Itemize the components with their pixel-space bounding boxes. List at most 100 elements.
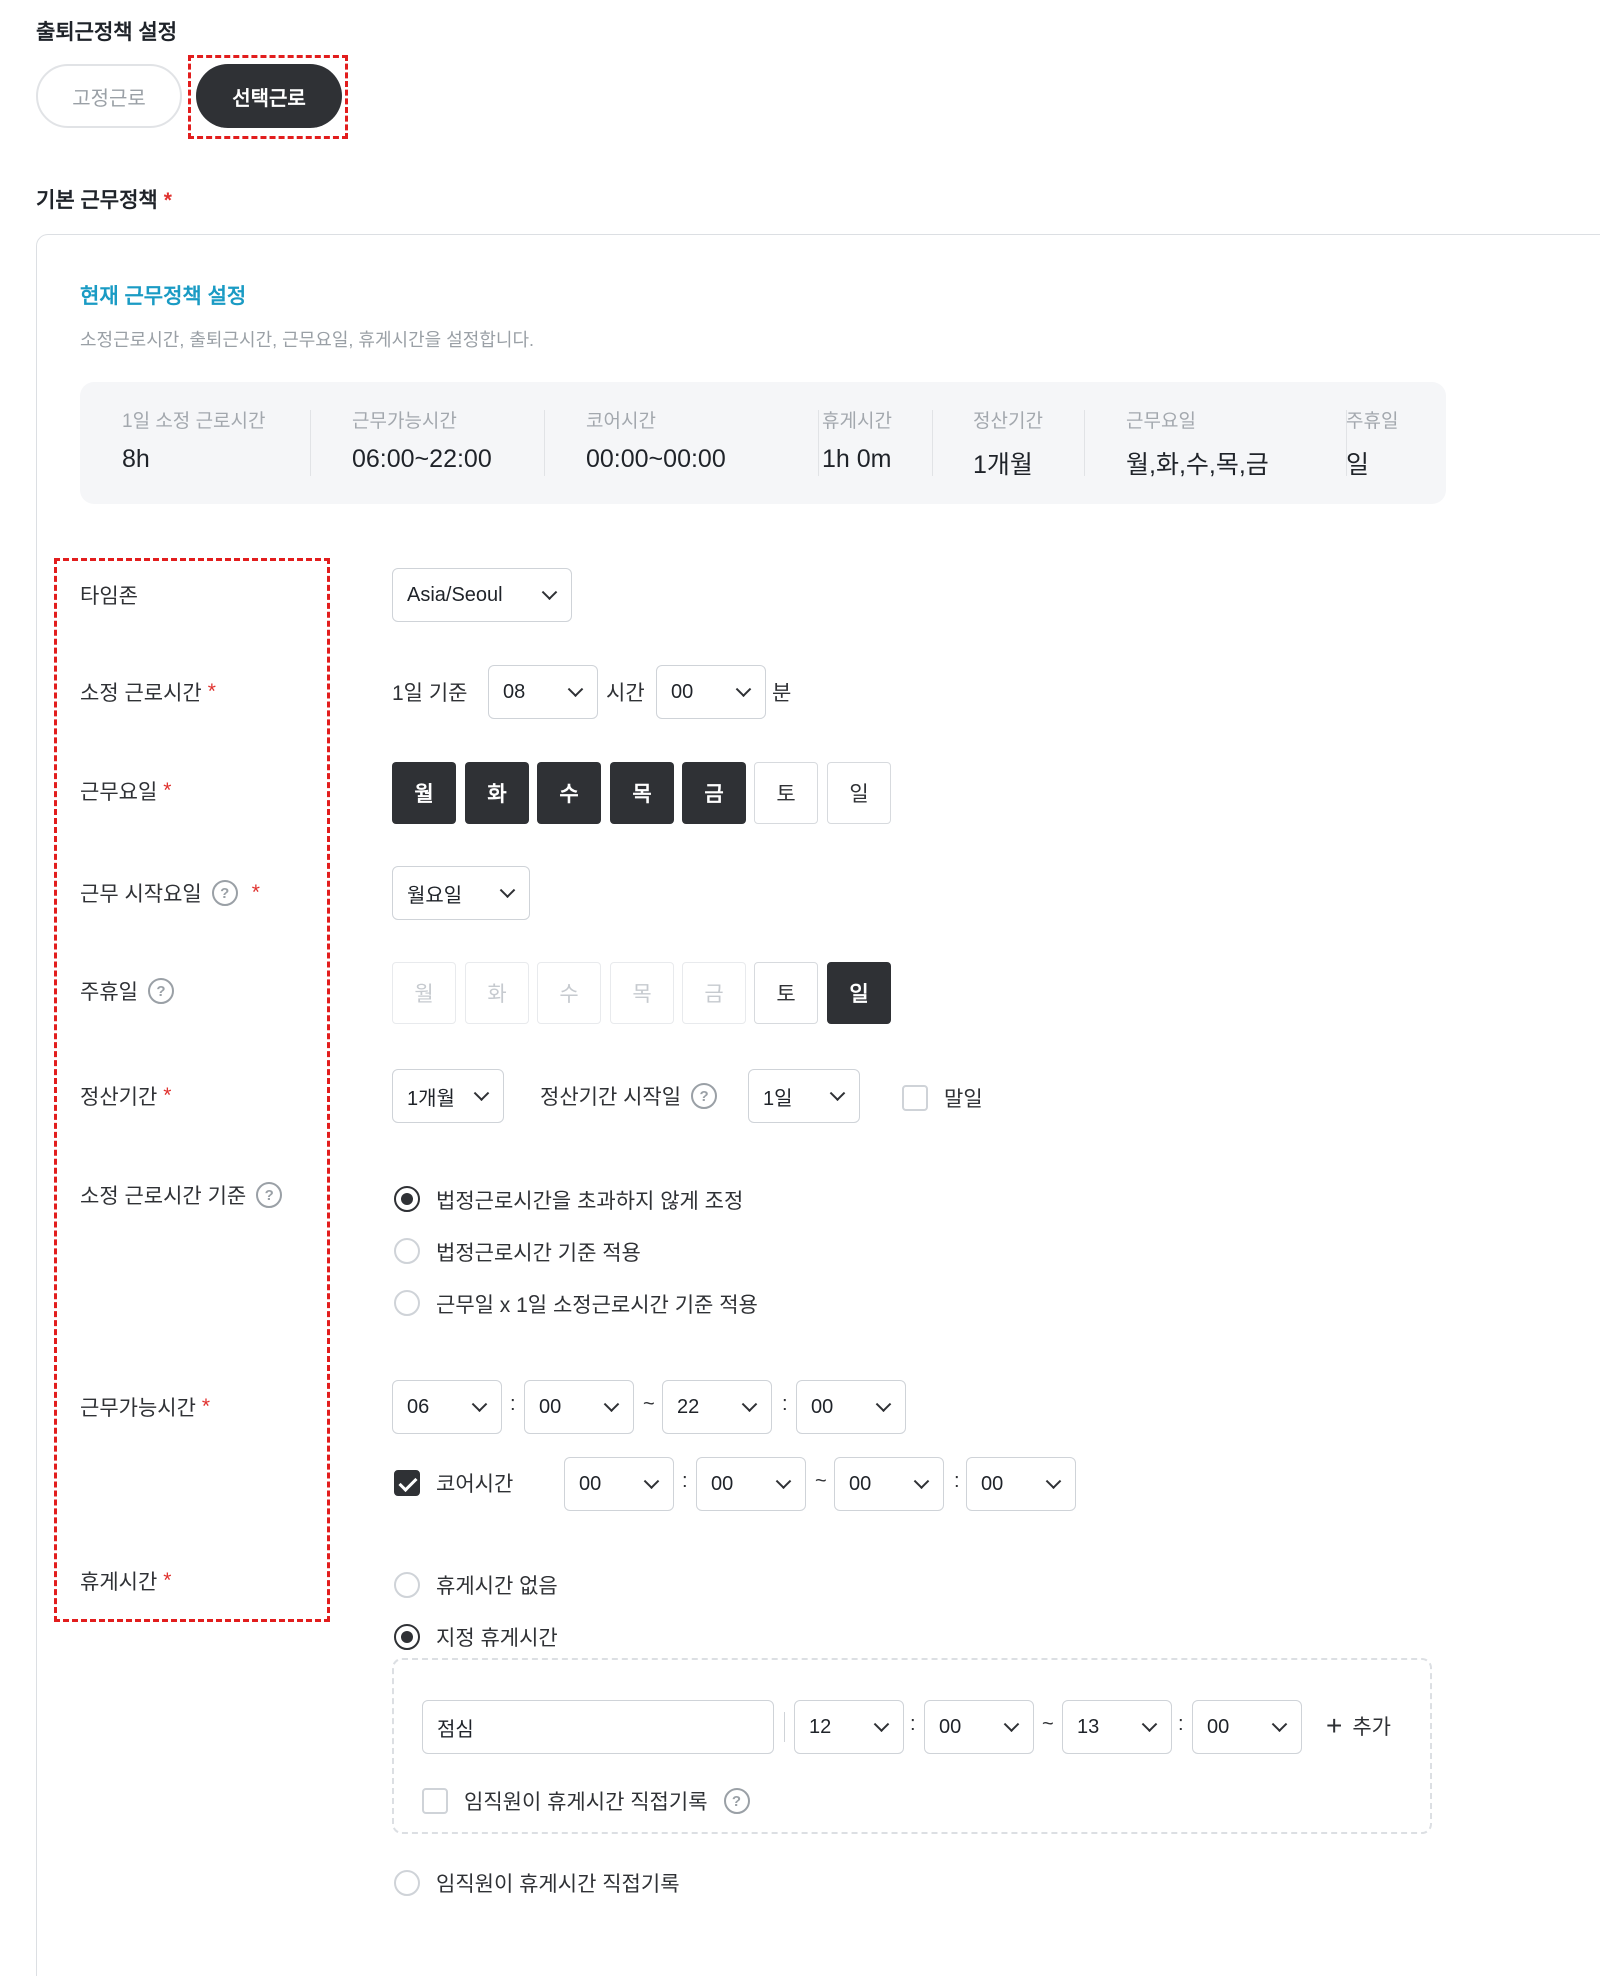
summary-value: 00:00~00:00 — [586, 445, 726, 473]
available-start-hour-value: 06 — [407, 1395, 430, 1418]
page-title: 출퇴근정책 설정 — [36, 21, 178, 44]
core-end-hour-value: 00 — [849, 1472, 872, 1495]
available-end-hour-select[interactable]: 22 — [662, 1380, 772, 1434]
timezone-select[interactable]: Asia/Seoul — [392, 568, 572, 622]
help-icon[interactable]: ? — [256, 1182, 283, 1208]
core-end-minute-select[interactable]: 00 — [966, 1457, 1076, 1511]
holiday-day-sat[interactable]: 토 — [754, 962, 818, 1024]
chevron-down-icon — [735, 681, 752, 698]
break-option-radio[interactable] — [394, 1624, 420, 1650]
summary-divider — [310, 410, 311, 476]
core-end-hour-select[interactable]: 00 — [834, 1457, 944, 1511]
start-day-value: 월요일 — [407, 884, 463, 907]
start-day-select[interactable]: 월요일 — [392, 866, 530, 920]
work-day-thu[interactable]: 목 — [610, 762, 674, 824]
hours-unit: 시간 — [606, 682, 645, 705]
timezone-value: Asia/Seoul — [407, 583, 503, 606]
settlement-period-select[interactable]: 1개월 — [392, 1069, 504, 1123]
chevron-down-icon — [875, 1396, 892, 1413]
break-option-label: 지정 휴게시간 — [436, 1627, 558, 1650]
work-hours-prefix: 1일 기준 — [392, 682, 468, 705]
work-day-wed[interactable]: 수 — [537, 762, 601, 824]
break-start-hour-value: 12 — [809, 1715, 832, 1738]
core-end-minute-value: 00 — [981, 1472, 1004, 1495]
work-hours-basis-label: 소정 근로시간 기준 ? — [80, 1180, 283, 1210]
required-mark: * — [163, 1084, 172, 1107]
add-break-button[interactable]: + 추가 — [1326, 1711, 1391, 1741]
summary-label: 근무요일 — [1126, 411, 1196, 432]
help-icon[interactable]: ? — [147, 978, 174, 1004]
summary-item: 근무요일 월,화,수,목,금 — [1126, 406, 1269, 481]
basis-option-radio[interactable] — [394, 1186, 420, 1212]
time-colon: : — [910, 1713, 916, 1735]
self-record-label: 임직원이 휴게시간 직접기록 ? — [464, 1786, 750, 1816]
chevron-down-icon — [567, 681, 584, 698]
core-start-hour-select[interactable]: 00 — [564, 1457, 674, 1511]
section-title: 기본 근무정책 * — [36, 184, 172, 214]
break-end-minute-value: 00 — [1207, 1715, 1230, 1738]
required-mark: * — [163, 1569, 172, 1592]
break-option-radio[interactable] — [394, 1870, 420, 1896]
core-hours-label: 코어시간 — [436, 1473, 514, 1496]
time-colon: : — [682, 1470, 688, 1492]
help-icon[interactable]: ? — [723, 1788, 750, 1814]
divider — [784, 1712, 785, 1742]
work-day-sun[interactable]: 일 — [827, 762, 891, 824]
start-day-label: 근무 시작요일 ? * — [80, 878, 260, 908]
help-icon[interactable]: ? — [211, 880, 238, 906]
add-break-label: 추가 — [1352, 1716, 1391, 1739]
core-start-minute-value: 00 — [711, 1472, 734, 1495]
fixed-work-tab[interactable]: 고정근로 — [36, 64, 182, 128]
basis-option-radio[interactable] — [394, 1238, 420, 1264]
work-hours-hour-select[interactable]: 08 — [488, 665, 598, 719]
core-hours-checkbox[interactable] — [394, 1470, 420, 1496]
minutes-unit: 분 — [772, 682, 792, 705]
work-hours-minute-select[interactable]: 00 — [656, 665, 766, 719]
break-end-hour-select[interactable]: 13 — [1062, 1700, 1172, 1754]
break-name-input[interactable]: 점심 — [422, 1700, 774, 1754]
work-day-sat[interactable]: 토 — [754, 762, 818, 824]
summary-value: 1개월 — [973, 451, 1033, 479]
basis-option-radio[interactable] — [394, 1290, 420, 1316]
basis-option-label: 근무일 x 1일 소정근로시간 기준 적용 — [436, 1294, 758, 1317]
available-end-minute-select[interactable]: 00 — [796, 1380, 906, 1434]
holiday-day-sun[interactable]: 일 — [827, 962, 891, 1024]
chevron-down-icon — [471, 1396, 488, 1413]
work-hours-label-text: 소정 근로시간 — [80, 682, 202, 705]
break-start-hour-select[interactable]: 12 — [794, 1700, 904, 1754]
core-start-minute-select[interactable]: 00 — [696, 1457, 806, 1511]
required-mark: * — [207, 680, 216, 703]
available-start-hour-select[interactable]: 06 — [392, 1380, 502, 1434]
section-title-text: 기본 근무정책 — [36, 189, 158, 212]
chevron-down-icon — [873, 1716, 890, 1733]
required-mark: * — [163, 779, 172, 802]
work-day-tue[interactable]: 화 — [465, 762, 529, 824]
time-colon: : — [954, 1470, 960, 1492]
chevron-down-icon — [1003, 1716, 1020, 1733]
available-start-minute-select[interactable]: 00 — [524, 1380, 634, 1434]
summary-divider — [544, 410, 545, 476]
work-day-mon[interactable]: 월 — [392, 762, 456, 824]
holiday-day-fri: 금 — [682, 962, 746, 1024]
summary-item: 코어시간 00:00~00:00 — [586, 406, 726, 474]
break-option-radio[interactable] — [394, 1572, 420, 1598]
end-of-month-checkbox[interactable] — [902, 1085, 928, 1111]
summary-item: 휴게시간 1h 0m — [822, 406, 892, 474]
settlement-start-select[interactable]: 1일 — [748, 1069, 860, 1123]
self-record-checkbox[interactable] — [422, 1788, 448, 1814]
work-day-fri[interactable]: 금 — [682, 762, 746, 824]
time-colon: : — [782, 1393, 788, 1415]
basis-option-label: 법정근로시간을 초과하지 않게 조정 — [436, 1190, 744, 1213]
summary-value: 06:00~22:00 — [352, 445, 492, 473]
available-hours-label-text: 근무가능시간 — [80, 1397, 196, 1420]
available-end-hour-value: 22 — [677, 1395, 700, 1418]
summary-label: 코어시간 — [586, 411, 656, 432]
selective-tab-highlight — [188, 55, 348, 139]
chevron-down-icon — [741, 1396, 758, 1413]
break-end-minute-select[interactable]: 00 — [1192, 1700, 1302, 1754]
break-start-minute-select[interactable]: 00 — [924, 1700, 1034, 1754]
help-icon[interactable]: ? — [691, 1083, 718, 1109]
break-start-minute-value: 00 — [939, 1715, 962, 1738]
chevron-down-icon — [829, 1085, 846, 1102]
chevron-down-icon — [603, 1396, 620, 1413]
